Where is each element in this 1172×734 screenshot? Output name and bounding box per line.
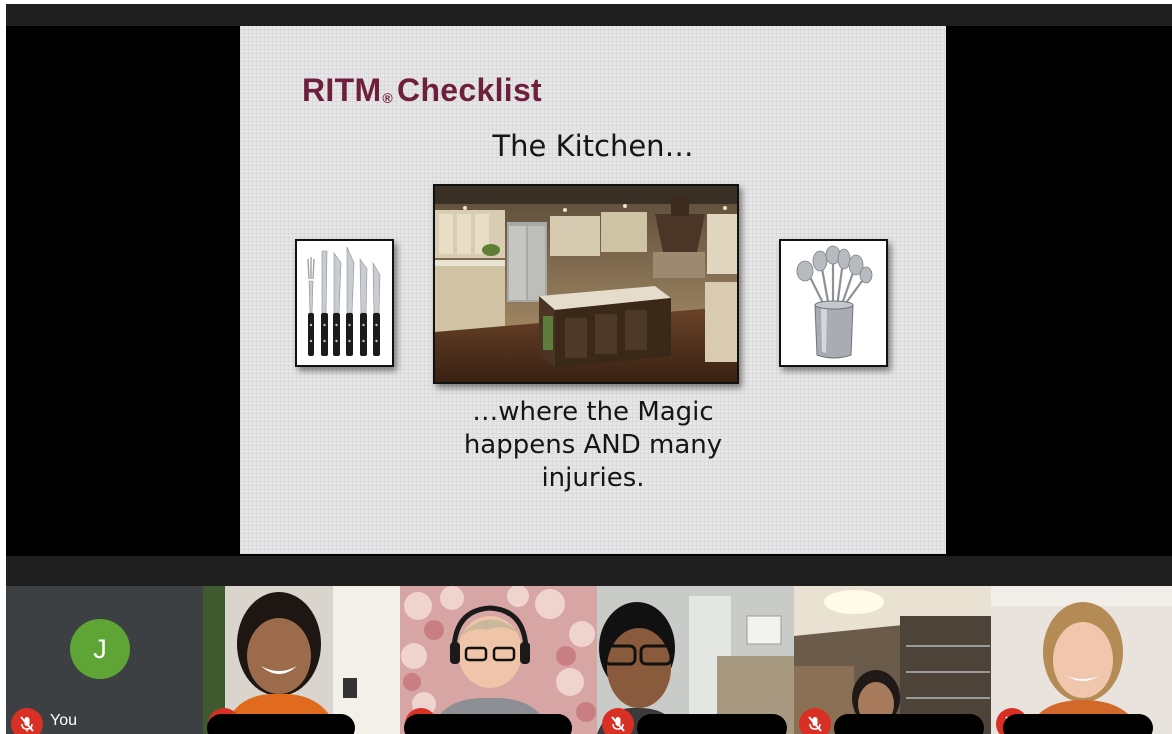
slide-subtitle: The Kitchen… [492,129,694,163]
top-bar [6,4,1172,26]
participant-tile[interactable] [991,586,1172,734]
participant-tile[interactable] [203,586,400,734]
slide-title: RITM® Checklist [302,72,542,109]
meeting-window: RITM® Checklist The Kitchen… …where the … [6,4,1172,734]
slide-caption: …where the Magic happens AND many injuri… [390,396,796,495]
participant-tile-self[interactable]: J You [6,586,203,734]
redacted-name [1003,714,1153,734]
participant-name: You [50,712,77,729]
filmstrip-divider [6,556,1172,586]
caption-line: happens AND many [463,430,723,460]
presentation-stage[interactable]: RITM® Checklist The Kitchen… …where the … [6,26,1172,556]
participant-filmstrip: J You [6,586,1172,734]
redacted-name [404,714,572,734]
participant-tile[interactable] [400,586,597,734]
participant-tile[interactable] [794,586,991,734]
avatar: J [70,619,130,679]
muted-mic-icon [799,708,831,734]
redacted-name [834,714,984,734]
muted-mic-icon [602,708,634,734]
registered-mark: ® [382,90,394,106]
slide-title-suffix: Checklist [397,72,543,108]
redacted-name [207,714,355,734]
redacted-name [637,714,787,734]
utensils-image [779,239,888,367]
caption-line: …where the Magic [472,397,714,427]
caption-line: injuries. [541,463,645,493]
participant-tile[interactable] [597,586,794,734]
shared-slide: RITM® Checklist The Kitchen… …where the … [240,26,946,554]
knives-image [295,239,394,367]
slide-title-main: RITM [302,72,382,108]
muted-mic-icon [11,708,43,734]
kitchen-photo [433,184,739,384]
